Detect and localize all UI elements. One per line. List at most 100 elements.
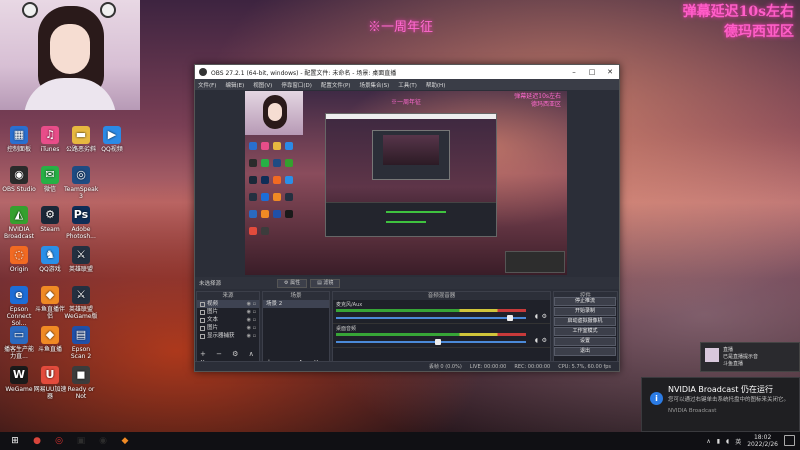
desktop-icon[interactable]: ▬ 公路恶劣斜: [64, 126, 98, 166]
network-icon[interactable]: ▮: [717, 438, 720, 445]
fader-knob[interactable]: [507, 315, 514, 321]
preview-uu-icon: [249, 227, 257, 235]
control-button[interactable]: 开始录制: [554, 307, 616, 316]
desktop-icon[interactable]: ◌ Origin: [2, 246, 36, 286]
obs-menu-item[interactable]: 编辑(E): [225, 81, 244, 89]
desktop-icon[interactable]: ⚙ Steam: [33, 206, 67, 246]
taskbar-clock[interactable]: 18:02 2022/2/26: [747, 434, 778, 448]
obs-menu-item[interactable]: 帮助(H): [426, 81, 445, 89]
preview-nvidia-broadcast-icon: [285, 159, 293, 167]
speaker-icon[interactable]: ◖: [535, 313, 538, 320]
source-row[interactable]: 图片 ◉ ▫: [197, 308, 259, 316]
obs-titlebar[interactable]: OBS 27.2.1 (64-bit, windows) - 配置文件: 未命名…: [195, 65, 619, 79]
visibility-eye-icon[interactable]: ◉ ▫: [247, 324, 256, 332]
control-button[interactable]: 工作室模式: [554, 327, 616, 336]
desktop-icon-label: 播客生产能力直...: [3, 346, 34, 360]
properties-button[interactable]: ⚙ 属性: [277, 278, 308, 288]
douyu-notification[interactable]: 直播 已是直播提示音 斗鱼直播: [700, 342, 800, 372]
mixer-track: 桌面音频 ◖ ⚙: [333, 324, 550, 348]
nvidia-toast[interactable]: i NVIDIA Broadcast 仍在运行 您可以通过右键单击系统托盘中的图…: [641, 377, 800, 432]
desktop-icon[interactable]: ▭ 播客生产能力直...: [2, 326, 36, 366]
input-language[interactable]: 英: [735, 437, 741, 446]
maximize-icon[interactable]: □: [583, 68, 601, 76]
visibility-eye-icon[interactable]: ◉ ▫: [247, 316, 256, 324]
desktop-icon[interactable]: ♫ iTunes: [33, 126, 67, 166]
obs-taskbar-icon[interactable]: ◉: [96, 434, 110, 448]
desktop-icon[interactable]: ▦ 控制面板: [2, 126, 36, 166]
source-row[interactable]: 视频 ◉ ▫: [197, 300, 259, 308]
ready-or-not-icon: ◼: [72, 366, 90, 384]
gear-icon[interactable]: ⚙: [542, 337, 547, 344]
notification-small-body: 已是直播提示音: [723, 354, 759, 360]
obs-menu-item[interactable]: 视图(V): [253, 81, 272, 89]
source-type-icon: [200, 325, 205, 331]
preview-steam-icon: [249, 176, 257, 184]
info-icon: i: [650, 392, 663, 405]
visibility-eye-icon[interactable]: ◉ ▫: [247, 332, 256, 340]
desktop-icon[interactable]: ⚔ 英雄联盟WeGame版: [64, 286, 98, 326]
control-button[interactable]: 退出: [554, 347, 616, 356]
volume-icon[interactable]: ◖: [726, 438, 729, 445]
desktop-icon[interactable]: ◆ 斗鱼直播: [33, 326, 67, 366]
scene-row[interactable]: 场景 2: [263, 300, 329, 308]
gear-icon[interactable]: ⚙: [542, 313, 547, 320]
minimize-icon[interactable]: –: [565, 68, 583, 76]
obs-menu-item[interactable]: 场景集合(S): [359, 81, 389, 89]
tray-chevron-icon[interactable]: ∧: [706, 438, 710, 445]
desktop-icon[interactable]: ◎ TeamSpeak 3: [64, 166, 98, 206]
desktop-icon[interactable]: e Epson Connect Sol...: [2, 286, 36, 327]
obs-menu-item[interactable]: 工具(T): [398, 81, 417, 89]
speaker-icon[interactable]: ◖: [535, 337, 538, 344]
desktop-icon[interactable]: ⚔ 英雄联盟: [64, 246, 98, 286]
obs-preview[interactable]: ※一周年征 弹幕延迟10s左右 德玛西亚区: [245, 91, 567, 275]
notification-thumbnail: [705, 348, 719, 362]
desktop-icon[interactable]: ◆ 斗鱼直播伴侣: [33, 286, 67, 326]
taskbar: ⊞ ● ◎ ▣ ◉ ◆ ∧ ▮ ◖ 英 18:02 2022/2/26: [0, 432, 800, 450]
status-cpu: CPU: 5.7%, 60.00 fps: [558, 363, 611, 370]
control-button[interactable]: 设置: [554, 337, 616, 346]
source-row[interactable]: 显示器捕获 ◉ ▫: [197, 332, 259, 340]
netease-music-icon[interactable]: ◎: [52, 434, 66, 448]
close-icon[interactable]: ✕: [601, 68, 619, 76]
volume-fader[interactable]: [336, 341, 526, 343]
desktop-icon[interactable]: ▤ Epson Scan 2: [64, 326, 98, 366]
desktop-icon[interactable]: Ps Adobe Photosh...: [64, 206, 98, 246]
visibility-eye-icon[interactable]: ◉ ▫: [247, 300, 256, 308]
volume-fader[interactable]: [336, 317, 526, 319]
filters-button[interactable]: ▤ 滤镜: [310, 278, 341, 288]
preview-monitor-icon: [249, 210, 257, 218]
chrome-icon[interactable]: ●: [30, 434, 44, 448]
desktop-icon[interactable]: ◼ Ready or Not: [64, 366, 98, 406]
source-type-icon: [200, 301, 205, 307]
control-button[interactable]: 停止推流: [554, 297, 616, 306]
mixer-track-label: 桌面音频: [336, 326, 357, 332]
weixin-taskbar-icon[interactable]: ▣: [74, 434, 88, 448]
obs-menu-item[interactable]: 配置文件(P): [321, 81, 351, 89]
source-name: 图片: [207, 309, 219, 315]
desktop-icon-label: 斗鱼直播: [37, 346, 62, 353]
desktop-icon[interactable]: W WeGame: [2, 366, 36, 406]
source-type-icon: [200, 309, 205, 315]
desktop-icon[interactable]: ▶ QQ视频: [95, 126, 129, 166]
fader-knob[interactable]: [434, 339, 441, 345]
windows-start-icon[interactable]: ⊞: [8, 434, 22, 448]
visibility-eye-icon[interactable]: ◉ ▫: [247, 308, 256, 316]
uu-icon: U: [41, 366, 59, 384]
overlay-notice: 弹幕延迟10s左右 德玛西亚区: [683, 2, 794, 42]
desktop-icon[interactable]: ✉ 微信: [33, 166, 67, 206]
desktop-icon[interactable]: ◭ NVIDIA Broadcast: [2, 206, 36, 246]
desktop-icon[interactable]: U 网易UU加速器: [33, 366, 67, 406]
obs-menu-item[interactable]: 文件(F): [198, 81, 216, 89]
desktop-icon[interactable]: ◉ OBS Studio: [2, 166, 36, 206]
control-button[interactable]: 启动虚拟摄像机: [554, 317, 616, 326]
action-center-icon[interactable]: [784, 435, 795, 446]
overlay-notice-line2: 德玛西亚区: [724, 24, 794, 40]
obs-window[interactable]: OBS 27.2.1 (64-bit, windows) - 配置文件: 未命名…: [194, 64, 620, 372]
source-row[interactable]: 图片 ◉ ▫: [197, 324, 259, 332]
obs-menu-item[interactable]: 停靠窗口(D): [281, 81, 312, 89]
scenes-dock: 场景 场景 2 + − ∧ ∨: [262, 291, 330, 369]
preview-overlay-notice-line2: 德玛西亚区: [530, 101, 561, 108]
desktop-icon[interactable]: ♞ QQ游戏: [33, 246, 67, 286]
source-row[interactable]: 文本 ◉ ▫: [197, 316, 259, 324]
douyu-taskbar-icon[interactable]: ◆: [118, 434, 132, 448]
